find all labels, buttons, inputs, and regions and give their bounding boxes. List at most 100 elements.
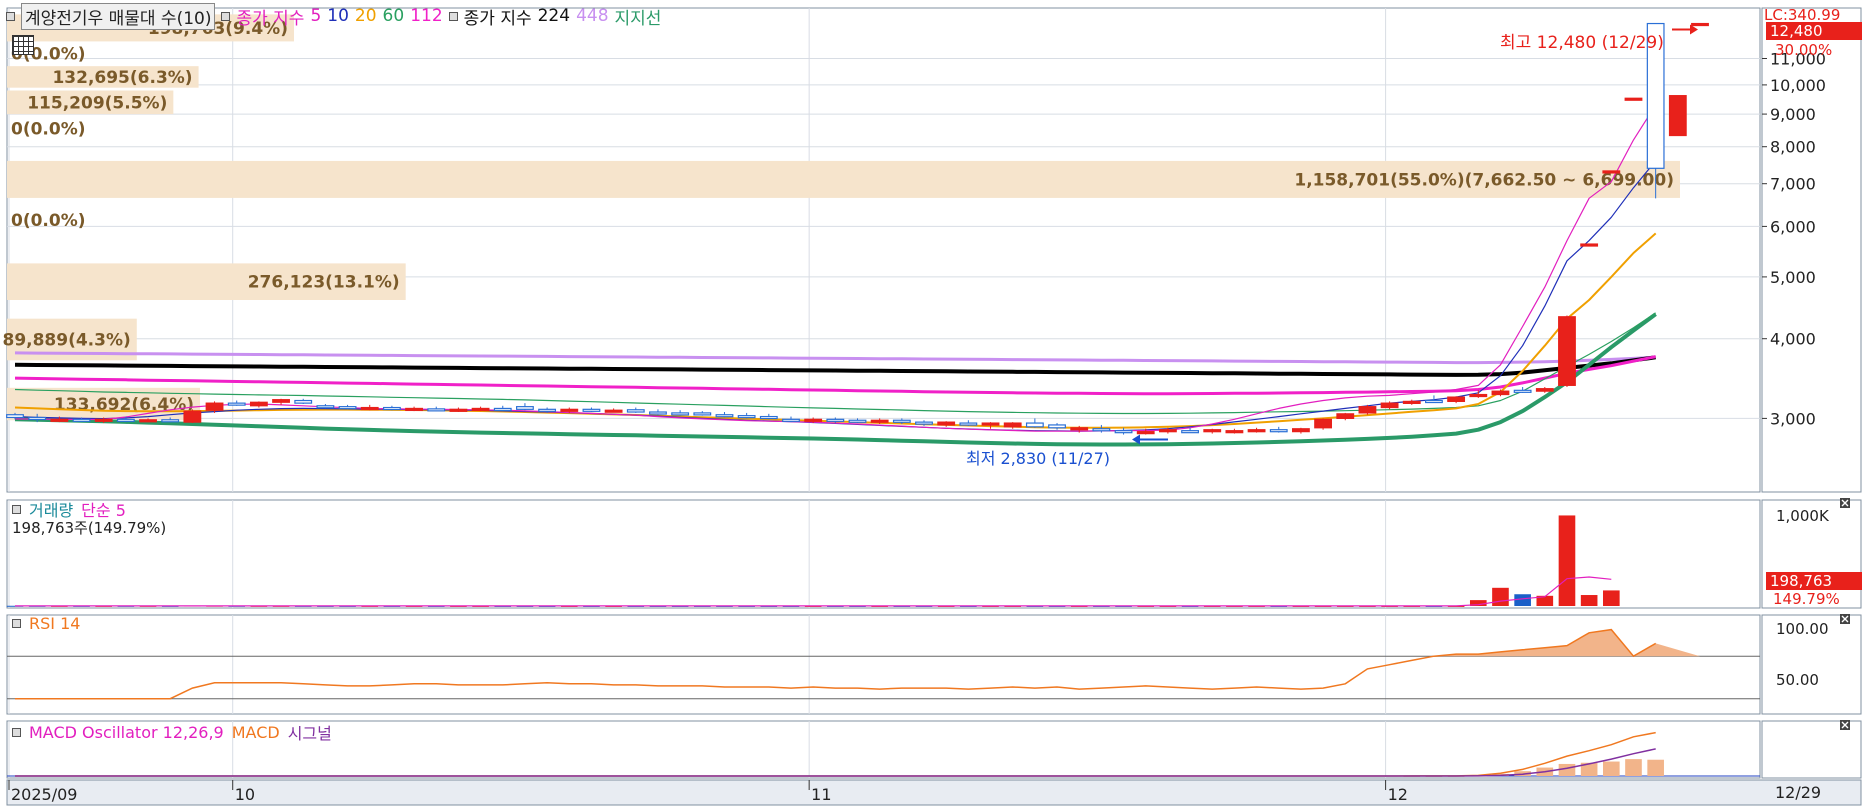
high-annotation: 최고 12,480 (12/29) <box>1500 28 1664 53</box>
candle-body <box>1492 391 1509 394</box>
candle-body <box>450 409 467 411</box>
ma-legend-448[interactable]: 448 <box>576 6 608 26</box>
candle-body <box>716 415 733 417</box>
volume-profile-label: 132,695(6.3%) <box>52 68 192 88</box>
support-legend[interactable]: 지지선 <box>615 4 662 29</box>
signal-title[interactable]: 시그널 <box>288 720 332 744</box>
price-tick-label: 10,000 <box>1770 76 1826 95</box>
square-checkbox-icon[interactable] <box>449 12 458 21</box>
candle-body <box>428 409 445 411</box>
candle-body <box>1670 96 1687 136</box>
macd-panel-title: MACD Oscillator 12,26,9 MACD 시그널 <box>12 720 332 744</box>
candle-body <box>805 419 822 421</box>
candle-body <box>1426 401 1443 403</box>
rsi-tick-100: 100.00 <box>1776 620 1829 638</box>
volume-bar <box>1603 590 1620 606</box>
candle-body <box>627 410 644 412</box>
rsi-tick-50: 50.00 <box>1776 671 1819 689</box>
candle-body <box>982 423 999 425</box>
candle-body <box>871 420 888 422</box>
candle-body <box>1270 430 1287 432</box>
panel-close-icon <box>1840 498 1850 508</box>
candle-body <box>1049 425 1066 428</box>
candle-body <box>738 416 755 418</box>
square-checkbox-icon[interactable] <box>12 505 21 514</box>
candle-body <box>583 409 600 411</box>
volume-bar <box>1581 595 1598 606</box>
candle-body <box>916 422 933 424</box>
candle-body <box>517 407 534 410</box>
candle-body <box>317 406 334 408</box>
candle-body <box>7 415 24 418</box>
volume-profile-label: 0(0.0%) <box>11 120 86 140</box>
candle-body <box>1403 401 1420 403</box>
candle-body <box>384 408 401 410</box>
panel-close-icon <box>1840 614 1850 624</box>
price-tick-label: 3,000 <box>1770 409 1816 428</box>
macd-osc-bar <box>1559 764 1576 776</box>
square-checkbox-icon[interactable] <box>12 619 21 628</box>
candle-body <box>1581 244 1598 246</box>
volume-profile-label: 115,209(5.5%) <box>27 93 167 113</box>
candle-body <box>1470 395 1487 397</box>
candle-body <box>295 401 312 404</box>
candle-body <box>605 410 622 412</box>
candle-body <box>162 420 179 422</box>
candle-body <box>251 402 268 406</box>
panel-frame <box>7 8 1760 492</box>
panel-close-icon <box>1840 720 1850 730</box>
ma-legend-label-b[interactable]: 종가 지수 <box>464 4 532 29</box>
macd-title[interactable]: MACD <box>232 723 280 742</box>
ma-legend-20[interactable]: 20 <box>355 6 377 26</box>
volume-profile-title[interactable]: 계양전기우 매물대 수(10) <box>21 3 215 30</box>
ma-legend-label[interactable]: 종가 지수 <box>236 4 304 29</box>
price-tick-label: 9,000 <box>1770 105 1816 124</box>
candle-body <box>29 417 46 419</box>
candle-body <box>406 408 423 410</box>
limit-label: 30.00% <box>1775 41 1832 59</box>
square-checkbox-icon[interactable] <box>12 728 21 737</box>
square-checkbox-icon[interactable] <box>6 12 15 21</box>
legend-bar: 계양전기우 매물대 수(10) 종가 지수 5 10 20 60 112 종가 … <box>6 5 661 27</box>
candle-body <box>1248 430 1265 432</box>
rsi-title[interactable]: RSI 14 <box>29 614 80 633</box>
candle-body <box>1337 414 1354 419</box>
candle-body <box>73 419 90 421</box>
time-axis-frame <box>7 780 1861 805</box>
candle-body <box>1115 431 1132 433</box>
macd-osc-title[interactable]: MACD Oscillator 12,26,9 <box>29 723 224 742</box>
macd-osc-bar <box>1647 760 1664 776</box>
candle-body <box>849 420 866 422</box>
candle-body <box>1071 428 1088 430</box>
candle-body <box>1204 430 1221 432</box>
candle-body <box>1559 317 1576 386</box>
calculator-icon[interactable] <box>12 35 34 55</box>
last-date-label: 12/29 <box>1775 783 1821 802</box>
ma-legend-10[interactable]: 10 <box>327 6 349 26</box>
volume-bar <box>1559 515 1576 606</box>
candle-body <box>1137 432 1154 434</box>
candle-body <box>1381 403 1398 407</box>
candle-body <box>938 422 955 425</box>
candle-body <box>1536 389 1553 391</box>
volume-current-pct: 149.79% <box>1773 590 1840 608</box>
chart-canvas: 198,763(9.4%)0(0.0%)132,695(6.3%)115,209… <box>0 0 1863 807</box>
candle-body <box>228 403 245 405</box>
time-tick-label: 12 <box>1388 785 1408 804</box>
candle-body <box>140 420 157 422</box>
ma-legend-112[interactable]: 112 <box>410 6 442 26</box>
time-tick-label: 10 <box>235 785 255 804</box>
stock-chart-window: 198,763(9.4%)0(0.0%)132,695(6.3%)115,209… <box>0 0 1863 807</box>
candle-body <box>273 400 290 403</box>
candle-body <box>1603 171 1620 173</box>
square-checkbox-icon[interactable] <box>221 12 230 21</box>
ma-legend-60[interactable]: 60 <box>383 6 405 26</box>
candle-body <box>95 419 112 421</box>
low-annotation: 최저 2,830 (11/27) <box>966 445 1110 469</box>
ma-legend-5[interactable]: 5 <box>310 6 321 26</box>
candle-body <box>650 412 667 414</box>
price-tick-label: 5,000 <box>1770 268 1816 287</box>
candle-body <box>1182 431 1199 433</box>
volume-profile-label: 276,123(13.1%) <box>248 273 400 293</box>
ma-legend-224[interactable]: 224 <box>538 6 570 26</box>
